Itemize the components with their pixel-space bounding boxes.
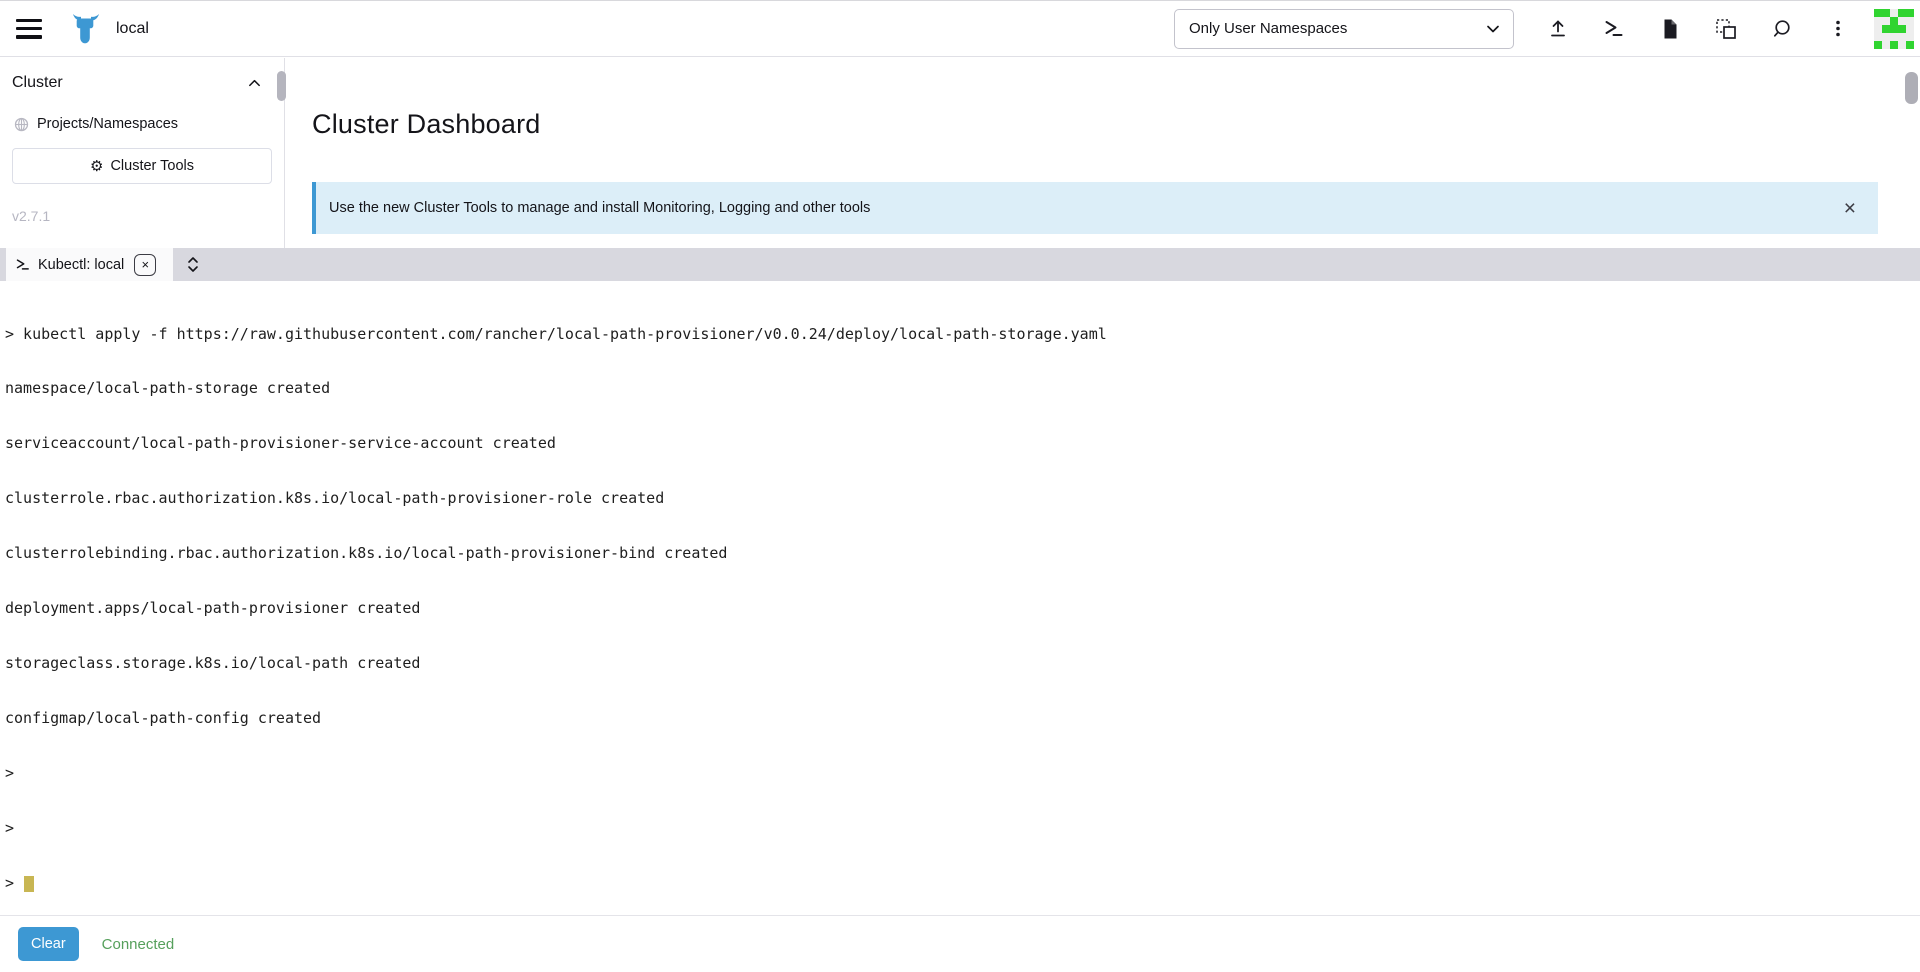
top-header: local Only User Namespaces (0, 0, 1920, 57)
terminal-line: namespace/local-path-storage created (5, 379, 1920, 397)
terminal-prompt-line: > (5, 874, 1920, 892)
terminal-tab-label: Kubectl: local (38, 257, 124, 273)
gear-icon: ⚙ (90, 159, 103, 174)
shell-icon (15, 257, 30, 272)
terminal-prompt: > (5, 874, 14, 892)
terminal-line: clusterrolebinding.rbac.authorization.k8… (5, 544, 1920, 562)
upload-button[interactable] (1530, 9, 1586, 49)
close-icon: × (1844, 197, 1856, 220)
terminal-line: > (5, 819, 1920, 837)
banner-close-button[interactable]: × (1838, 196, 1862, 221)
user-avatar[interactable] (1874, 9, 1914, 49)
terminal-cursor (24, 876, 34, 892)
main-scrollbar-thumb[interactable] (1905, 72, 1918, 104)
terminal-line: > kubectl apply -f https://raw.githubuse… (5, 325, 1920, 343)
search-icon (1770, 17, 1794, 41)
file-icon (1658, 17, 1682, 41)
terminal-line: configmap/local-path-config created (5, 709, 1920, 727)
clear-button-label: Clear (31, 936, 66, 952)
namespace-filter-select[interactable]: Only User Namespaces (1174, 9, 1514, 49)
namespace-filter-value: Only User Namespaces (1189, 20, 1347, 37)
cluster-name: local (116, 20, 149, 38)
terminal-tab-kubectl-local[interactable]: Kubectl: local × (6, 248, 173, 281)
sidebar-section-cluster[interactable]: Cluster (12, 68, 272, 98)
main-panel: Cluster Dashboard Use the new Cluster To… (285, 58, 1920, 248)
kubectl-shell-button[interactable] (1586, 9, 1642, 49)
version-label: v2.7.1 (12, 208, 272, 224)
page-title: Cluster Dashboard (312, 106, 1878, 142)
globe-icon (14, 117, 29, 132)
terminal-line: deployment.apps/local-path-provisioner c… (5, 599, 1920, 617)
chevron-up-icon (247, 76, 262, 91)
import-yaml-button[interactable] (1698, 9, 1754, 49)
terminal-tab-bar: Kubectl: local × (0, 248, 1920, 281)
kubectl-terminal-panel: Kubectl: local × > kubectl apply -f http… (0, 248, 1920, 972)
terminal-footer: Clear Connected (0, 915, 1920, 972)
banner-text: Use the new Cluster Tools to manage and … (329, 200, 870, 216)
sidebar-item-label: Projects/Namespaces (37, 116, 178, 132)
sidebar-section-label: Cluster (12, 74, 63, 92)
terminal-output[interactable]: > kubectl apply -f https://raw.githubuse… (0, 281, 1920, 915)
terminal-tab-close-button[interactable]: × (134, 254, 156, 276)
file-button[interactable] (1642, 9, 1698, 49)
content-area: Cluster Projects/Namespaces ⚙ Cluster To… (0, 58, 1920, 248)
connection-status: Connected (102, 936, 175, 953)
search-button[interactable] (1754, 9, 1810, 49)
cluster-tools-button[interactable]: ⚙ Cluster Tools (12, 148, 272, 184)
hamburger-menu-icon[interactable] (16, 19, 42, 39)
terminal-line: serviceaccount/local-path-provisioner-se… (5, 434, 1920, 452)
info-banner: Use the new Cluster Tools to manage and … (312, 182, 1878, 234)
rancher-logo-icon[interactable] (70, 12, 102, 46)
cluster-tools-label: Cluster Tools (110, 158, 194, 174)
sidebar-item-projects-namespaces[interactable]: Projects/Namespaces (12, 116, 272, 132)
upload-icon (1546, 17, 1570, 41)
close-icon: × (141, 257, 149, 272)
terminal-line: clusterrole.rbac.authorization.k8s.io/lo… (5, 489, 1920, 507)
sidebar: Cluster Projects/Namespaces ⚙ Cluster To… (0, 58, 285, 248)
clear-button[interactable]: Clear (18, 927, 79, 961)
kubectl-shell-icon (1602, 17, 1626, 41)
import-yaml-icon (1713, 16, 1739, 42)
kebab-menu-icon (1826, 17, 1850, 41)
terminal-expand-button[interactable] (186, 256, 200, 273)
terminal-line: storageclass.storage.k8s.io/local-path c… (5, 654, 1920, 672)
terminal-line: > (5, 764, 1920, 782)
kebab-menu-button[interactable] (1810, 9, 1866, 49)
unfold-more-icon (186, 256, 200, 273)
chevron-down-icon (1485, 21, 1501, 37)
